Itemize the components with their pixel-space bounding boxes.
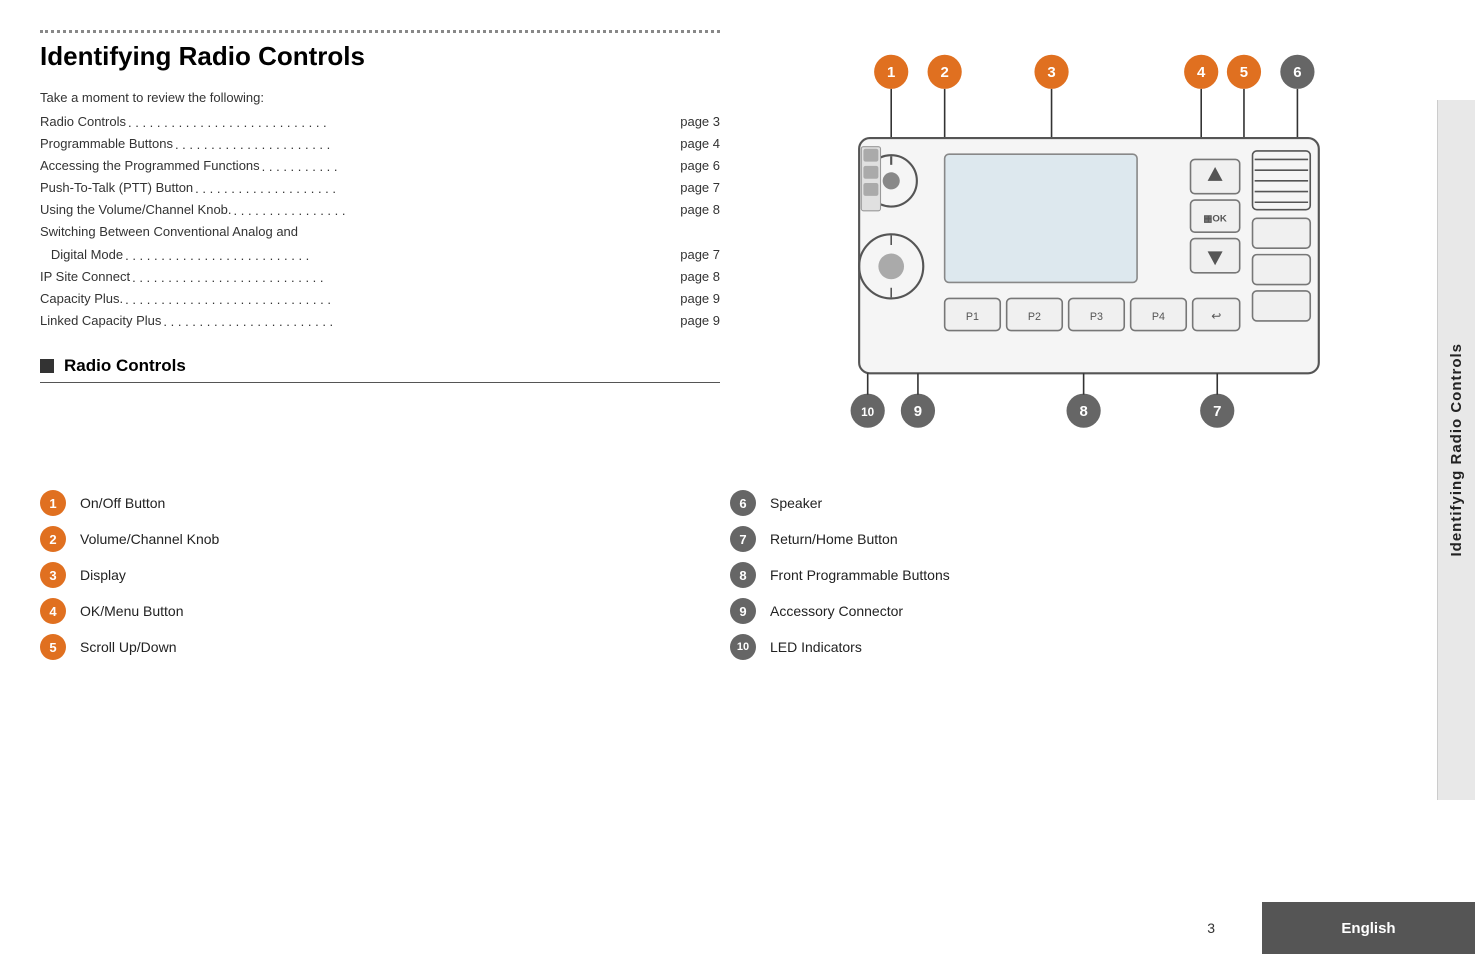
control-item-2: 2 Volume/Channel Knob [40, 526, 730, 552]
toc-item: Accessing the Programmed Functions . . .… [40, 155, 720, 177]
control-label-1: On/Off Button [80, 495, 165, 511]
control-label-10: LED Indicators [770, 639, 862, 655]
control-item-7: 7 Return/Home Button [730, 526, 1420, 552]
control-label-4: OK/Menu Button [80, 603, 184, 619]
svg-text:8: 8 [1079, 403, 1087, 420]
badge-9: 9 [730, 598, 756, 624]
toc-item: Digital Mode . . . . . . . . . . . . . .… [40, 244, 720, 266]
svg-text:P1: P1 [966, 311, 979, 323]
controls-col-left: 1 On/Off Button 2 Volume/Channel Knob 3 … [40, 490, 730, 660]
toc-intro: Take a moment to review the following: [40, 90, 720, 105]
toc-item: Radio Controls . . . . . . . . . . . . .… [40, 111, 720, 133]
control-item-9: 9 Accessory Connector [730, 598, 1420, 624]
page-number: 3 [1207, 920, 1215, 936]
section-title: Radio Controls [40, 356, 720, 383]
toc-item: Switching Between Conventional Analog an… [40, 221, 720, 243]
svg-text:1: 1 [887, 64, 895, 81]
badge-3: 3 [40, 562, 66, 588]
controls-col-right: 6 Speaker 7 Return/Home Button 8 Front P… [730, 490, 1420, 660]
badge-2: 2 [40, 526, 66, 552]
radio-diagram-area: 1 2 3 4 5 6 [795, 30, 1415, 460]
page-title: Identifying Radio Controls [40, 41, 720, 72]
badge-10: 10 [730, 634, 756, 660]
control-item-1: 1 On/Off Button [40, 490, 730, 516]
toc-item: Programmable Buttons . . . . . . . . . .… [40, 133, 720, 155]
badge-4: 4 [40, 598, 66, 624]
section-title-icon [40, 359, 54, 373]
radio-diagram-svg: 1 2 3 4 5 6 [795, 30, 1415, 460]
control-item-6: 6 Speaker [730, 490, 1420, 516]
sidebar-tab: Identifying Radio Controls [1437, 100, 1475, 800]
badge-6: 6 [730, 490, 756, 516]
sidebar-tab-text: Identifying Radio Controls [1448, 343, 1465, 557]
svg-text:2: 2 [940, 64, 948, 81]
control-label-3: Display [80, 567, 126, 583]
control-item-10: 10 LED Indicators [730, 634, 1420, 660]
badge-8: 8 [730, 562, 756, 588]
decorative-dotted-line [40, 30, 720, 33]
control-item-3: 3 Display [40, 562, 730, 588]
control-item-5: 5 Scroll Up/Down [40, 634, 730, 660]
toc-item: Using the Volume/Channel Knob. . . . . .… [40, 199, 720, 221]
control-label-6: Speaker [770, 495, 822, 511]
control-label-5: Scroll Up/Down [80, 639, 176, 655]
toc-item: IP Site Connect . . . . . . . . . . . . … [40, 266, 720, 288]
svg-text:P4: P4 [1152, 311, 1165, 323]
control-label-7: Return/Home Button [770, 531, 898, 547]
badge-5: 5 [40, 634, 66, 660]
control-label-2: Volume/Channel Knob [80, 531, 219, 547]
svg-text:P3: P3 [1090, 311, 1103, 323]
svg-text:5: 5 [1240, 64, 1248, 81]
svg-text:▦OK: ▦OK [1203, 213, 1227, 224]
svg-text:P2: P2 [1028, 311, 1041, 323]
svg-text:3: 3 [1047, 64, 1055, 81]
toc-item: Capacity Plus. . . . . . . . . . . . . .… [40, 288, 720, 310]
svg-text:7: 7 [1213, 403, 1221, 420]
badge-1: 1 [40, 490, 66, 516]
svg-text:10: 10 [861, 406, 875, 419]
main-content: Identifying Radio Controls Take a moment… [40, 30, 720, 405]
svg-text:↩: ↩ [1211, 310, 1221, 323]
controls-two-col: 1 On/Off Button 2 Volume/Channel Knob 3 … [40, 490, 1420, 660]
toc-item: Linked Capacity Plus . . . . . . . . . .… [40, 310, 720, 332]
svg-text:6: 6 [1293, 64, 1301, 81]
control-item-4: 4 OK/Menu Button [40, 598, 730, 624]
language-label: English [1341, 920, 1395, 937]
control-label-9: Accessory Connector [770, 603, 903, 619]
section-title-text: Radio Controls [64, 356, 186, 376]
badge-7: 7 [730, 526, 756, 552]
svg-text:9: 9 [914, 403, 922, 420]
language-bar: English [1262, 902, 1475, 954]
table-of-contents: Take a moment to review the following: R… [40, 90, 720, 332]
svg-text:4: 4 [1197, 64, 1206, 81]
control-label-8: Front Programmable Buttons [770, 567, 950, 583]
toc-item: Push-To-Talk (PTT) Button . . . . . . . … [40, 177, 720, 199]
control-item-8: 8 Front Programmable Buttons [730, 562, 1420, 588]
